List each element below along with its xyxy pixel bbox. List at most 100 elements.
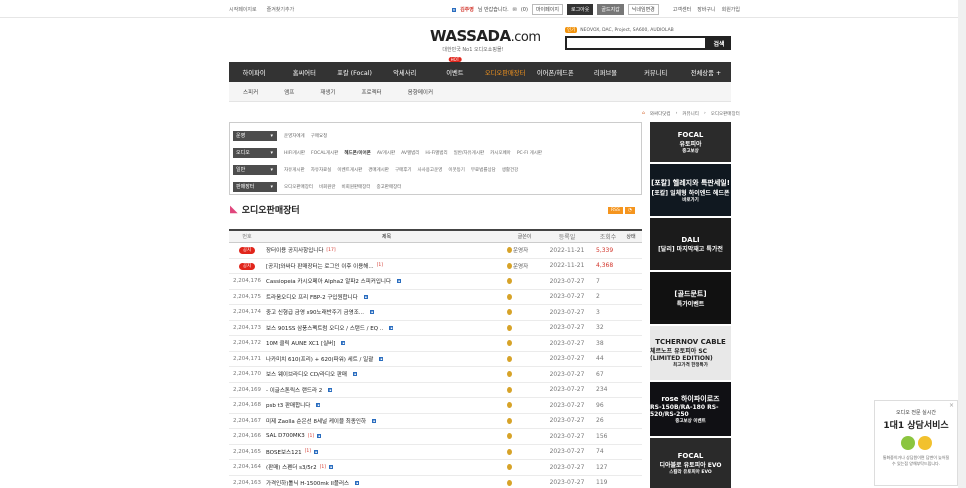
side-banner[interactable]: DALI [달리] 마지막재고 특가전 — [650, 218, 731, 270]
nav-all-products[interactable]: 전체상품 + — [681, 62, 731, 82]
chat-widget[interactable]: × 오디오 전문 실시간 1대1 상담서비스 통화중이거나 상담원이면 답변이 … — [874, 400, 958, 486]
post-title[interactable]: [공지]와싸다 판매장터는 로그인 이후 이용해... — [266, 262, 374, 270]
cell-writer[interactable] — [507, 464, 542, 471]
cell-writer[interactable] — [507, 386, 542, 393]
table-row[interactable]: 2,204,175 트라움오디오 프리 FBP-2 구입원합니다 ▪ 2023-… — [229, 290, 642, 305]
post-title[interactable]: 10M 클릭 AUNE XC1 [실버] — [266, 339, 335, 347]
category-link[interactable]: 중고판매장터 — [377, 184, 402, 190]
post-title[interactable]: BOSE보스121 — [266, 448, 302, 456]
subnav-speaker[interactable]: 스피커 — [243, 88, 258, 96]
post-title[interactable]: 미제 Zaolla 순은선 8세널 케이블 최종인하 — [266, 417, 366, 425]
chat-talk-icon[interactable] — [917, 436, 932, 450]
cell-subject[interactable]: 트라움오디오 프리 FBP-2 구입원합니다 ▪ — [265, 293, 507, 301]
popular-keyword-list[interactable]: NEOVOX, DAC, Project, SA600, AUDIOLAB — [580, 28, 673, 33]
chat-yes-icon[interactable] — [900, 436, 915, 450]
category-link[interactable]: 비회원란 — [319, 184, 336, 190]
cell-subject[interactable]: [공지]와싸다 판매장터는 로그인 이후 이용해... [1] — [265, 262, 507, 270]
subnav-amp[interactable]: 앰프 — [284, 88, 294, 96]
startpage-link[interactable]: 시작페이지로 — [229, 6, 257, 13]
table-row[interactable]: 2,204,165 BOSE보스121 [1] ▪ 2023-07-27 74 — [229, 445, 642, 460]
category-link[interactable]: 생활건강 — [502, 167, 519, 173]
nav-home-theater[interactable]: 홈씨어터 — [279, 62, 329, 82]
nav-accessories[interactable]: 악세사리 — [380, 62, 430, 82]
site-logo[interactable]: WASSADA.com 대한민국 No1 오디오쇼핑몰! — [430, 27, 541, 53]
post-title[interactable]: 중고 신형급 금영 s90노래반주기 금영조... — [266, 308, 364, 316]
table-row[interactable]: 2,204,173 보스 901SS 삼풍스펙트럼 오디오 / 스탠드 / EQ… — [229, 321, 642, 336]
category-link[interactable]: 구매후기 — [395, 167, 412, 173]
rss-button[interactable]: RSS — [608, 207, 623, 214]
category-link[interactable]: 일반/자유게시판 — [454, 150, 485, 156]
post-title[interactable]: Cassiopeia 카시오페아 Alpha2 알파2 스피커입니다 — [266, 277, 391, 285]
category-link[interactable]: AV앨범리 — [401, 150, 419, 156]
category-link[interactable]: HIFI게시판 — [284, 150, 305, 156]
post-title[interactable]: 트라움오디오 프리 FBP-2 구입원합니다 — [266, 293, 358, 301]
message-count[interactable]: (0) — [521, 7, 528, 13]
nav-focal[interactable]: 포칼 (Focal) — [329, 62, 379, 82]
cell-subject[interactable]: 중고 신형급 금영 s90노래반주기 금영조... ▪ — [265, 308, 507, 316]
favorite-link[interactable]: 즐겨찾기추가 — [267, 6, 295, 13]
table-row[interactable]: 2,204,166 SAL D700MK3 [1] ▪ 2023-07-27 1… — [229, 429, 642, 445]
category-link[interactable]: 구매요청 — [311, 133, 328, 139]
side-banner[interactable]: [골드문트] 특가이벤트 — [650, 272, 731, 324]
cell-subject[interactable]: 가격인하)톨닉 H-1500mk II플러스 ▪ — [265, 479, 507, 487]
cell-subject[interactable]: - 이글스톤릭스 랜드라 2 ▪ — [265, 386, 507, 394]
signup-link[interactable]: 회원가입 — [722, 6, 740, 13]
cell-subject[interactable]: BOSE보스121 [1] ▪ — [265, 448, 507, 456]
message-icon[interactable]: ✉ — [513, 7, 517, 13]
table-row[interactable]: 2,204,167 미제 Zaolla 순은선 8세널 케이블 최종인하 ▪ 2… — [229, 414, 642, 429]
category-link[interactable]: 카시오페아 — [490, 150, 511, 156]
category-link[interactable]: 오디오판매장터 — [284, 184, 313, 190]
post-title[interactable]: SAL D700MK3 — [266, 433, 305, 439]
category-link[interactable]: 이벤트게시판 — [337, 167, 362, 173]
cell-writer[interactable]: 운영자 — [507, 246, 542, 254]
cell-writer[interactable] — [507, 371, 542, 378]
search-button[interactable]: 검색 — [707, 36, 731, 50]
cell-writer[interactable] — [507, 433, 542, 440]
cell-subject[interactable]: 10M 클릭 AUNE XC1 [실버] ▪ — [265, 339, 507, 347]
side-banner[interactable]: FOCAL 디아블로 유토피아 EVO 스칼라 유토피아 EVO — [650, 438, 731, 488]
table-row[interactable]: 공지 장터이용 공지사항입니다 [17] 운영자 2022-11-21 5,33… — [229, 243, 642, 259]
cell-writer[interactable] — [507, 402, 542, 409]
post-title[interactable]: - 이글스톤릭스 랜드라 2 — [266, 386, 322, 394]
cell-subject[interactable]: (판매) 스펜더 s3/5r2 [1] ▪ — [265, 463, 507, 471]
category-select[interactable]: 판매장터 ▾ — [233, 181, 277, 192]
cell-subject[interactable]: 장터이용 공지사항입니다 [17] — [265, 246, 507, 255]
post-title[interactable]: (판매) 스펜더 s3/5r2 — [266, 463, 317, 471]
table-row[interactable]: 2,204,164 (판매) 스펜더 s3/5r2 [1] ▪ 2023-07-… — [229, 460, 642, 476]
category-link[interactable]: 자유게시판 — [284, 167, 305, 173]
cell-subject[interactable]: 미제 Zaolla 순은선 8세널 케이블 최종인하 ▪ — [265, 417, 507, 425]
category-select[interactable]: 운영 ▾ — [233, 130, 277, 141]
category-link[interactable]: AV게시판 — [377, 150, 395, 156]
post-title[interactable]: 보스 901SS 삼풍스펙트럼 오디오 / 스탠드 / EQ .. — [266, 324, 383, 332]
nav-community[interactable]: 커뮤니티 — [631, 62, 681, 82]
category-select[interactable]: 오디오 ▾ — [233, 147, 277, 158]
post-title[interactable]: 나카미치 610(프리) + 620(파워) 세트 / 일괄 — [266, 355, 373, 363]
cell-writer[interactable] — [507, 309, 542, 316]
category-link[interactable]: 헤드폰/이어폰 — [344, 150, 370, 156]
cell-writer[interactable]: 운영자 — [507, 262, 542, 270]
user-name[interactable]: 김주영 — [460, 6, 474, 13]
rss-icon[interactable]: ◔ — [624, 207, 635, 214]
side-banner[interactable]: TCHERNOV CABLE 체르노프 유토피아 SC (LIMITED EDI… — [650, 326, 731, 380]
writer-name[interactable]: 운영자 — [513, 246, 528, 254]
table-row[interactable]: 2,204,168 psb t3 판매합니다 ▪ 2023-07-27 96 — [229, 398, 642, 414]
cell-subject[interactable]: psb t3 판매합니다 ▪ — [265, 401, 507, 409]
nav-refurb[interactable]: 리퍼브몰 — [580, 62, 630, 82]
cell-writer[interactable] — [507, 324, 542, 331]
customer-center-link[interactable]: 고객센터 — [673, 6, 691, 13]
nav-hifi[interactable]: 하이파이 — [229, 62, 279, 82]
cell-writer[interactable] — [507, 293, 542, 300]
subnav-projector[interactable]: 프로젝터 — [362, 88, 382, 96]
scrollbar[interactable] — [958, 0, 966, 488]
post-title[interactable]: 보스 웨이브라디오 CD/라디오 판매 — [266, 370, 347, 378]
writer-name[interactable]: 운영자 — [513, 262, 528, 270]
side-banner[interactable]: [포칼] 헬레지와 특판세일! [포칼] 일체형 하이엔드 헤드폰 바로가기 — [650, 164, 731, 216]
category-link[interactable]: PC-FI 게시판 — [517, 150, 542, 156]
cell-writer[interactable] — [507, 355, 542, 362]
cell-writer[interactable] — [507, 448, 542, 455]
cell-writer[interactable] — [507, 417, 542, 424]
side-banner[interactable]: rose 하이파이로즈 RS-150B/RA-180 RS-520/RS-250… — [650, 382, 731, 436]
category-link[interactable]: 비회원판매장터 — [342, 184, 371, 190]
subnav-player[interactable]: 재생기 — [320, 88, 335, 96]
post-title[interactable]: 장터이용 공지사항입니다 — [266, 246, 323, 254]
